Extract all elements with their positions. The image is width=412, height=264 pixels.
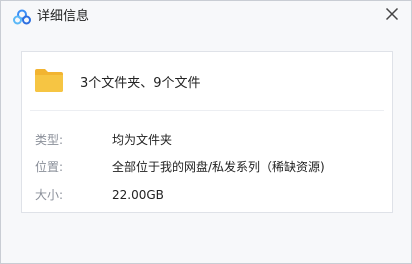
property-value: 全部位于我的网盘/私发系列（稀缺资源) [112, 160, 325, 174]
baidu-netdisk-logo-icon [13, 9, 31, 25]
selection-summary: 3个文件夹、9个文件 [80, 76, 201, 91]
property-row-size: 大小: 22.00GB [22, 187, 392, 203]
property-value: 均为文件夹 [112, 133, 173, 147]
property-label: 位置: [35, 160, 64, 174]
dialog-title: 详细信息 [37, 9, 90, 24]
property-value: 22.00GB [112, 188, 164, 202]
divider [30, 110, 384, 111]
close-icon[interactable] [385, 7, 399, 21]
details-dialog: 详细信息 3个文件夹、9个文件 类型: 均为文件夹 位置: 全部位于我的网盘/私… [0, 0, 412, 264]
details-card: 3个文件夹、9个文件 类型: 均为文件夹 位置: 全部位于我的网盘/私发系列（稀… [21, 51, 393, 213]
property-row-location: 位置: 全部位于我的网盘/私发系列（稀缺资源) [22, 159, 392, 175]
property-label: 大小: [35, 188, 64, 202]
dialog-titlebar: 详细信息 [1, 1, 411, 33]
property-label: 类型: [35, 133, 64, 147]
property-row-type: 类型: 均为文件夹 [22, 132, 392, 148]
folder-icon [35, 69, 63, 92]
